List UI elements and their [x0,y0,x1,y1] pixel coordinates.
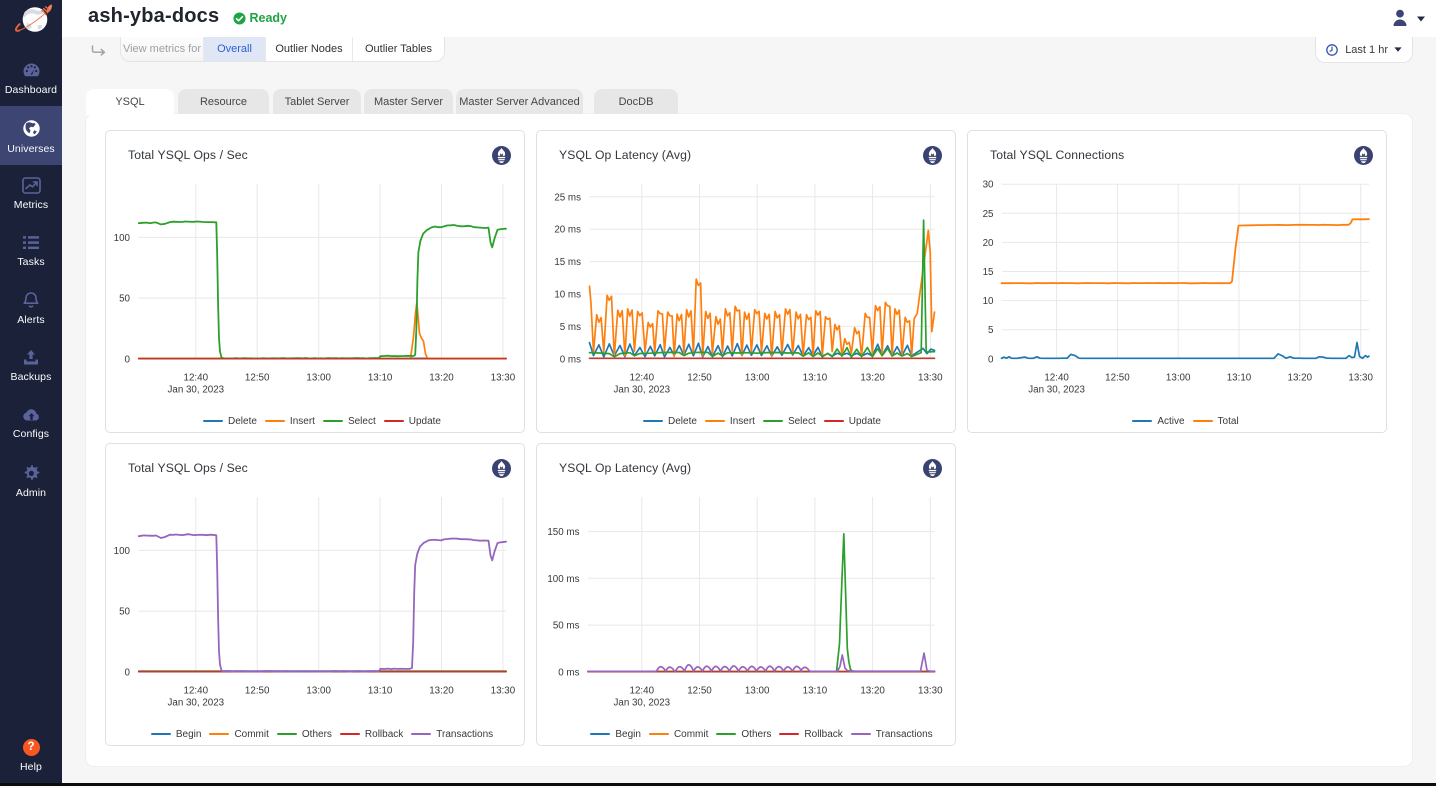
svg-text:13:10: 13:10 [803,686,828,697]
svg-text:15 ms: 15 ms [554,257,581,268]
svg-text:13:20: 13:20 [860,373,885,384]
svg-text:50 ms: 50 ms [553,621,580,632]
svg-text:13:30: 13:30 [491,373,516,384]
svg-text:50: 50 [119,607,130,618]
svg-text:12:40: 12:40 [630,373,655,384]
svg-text:13:10: 13:10 [1227,373,1252,384]
svg-text:13:30: 13:30 [918,686,943,697]
svg-text:5 ms: 5 ms [560,322,581,333]
svg-text:12:50: 12:50 [1105,373,1130,384]
svg-text:5: 5 [988,325,994,336]
svg-text:13:10: 13:10 [368,373,393,384]
svg-text:Jan 30, 2023: Jan 30, 2023 [167,385,224,396]
svg-text:12:40: 12:40 [1044,373,1069,384]
svg-text:13:20: 13:20 [429,686,454,697]
svg-text:13:30: 13:30 [1348,373,1373,384]
svg-text:0 ms: 0 ms [560,354,581,365]
svg-text:0: 0 [125,667,131,678]
svg-text:20 ms: 20 ms [554,225,581,236]
svg-text:13:30: 13:30 [491,686,516,697]
svg-text:13:10: 13:10 [368,686,393,697]
svg-text:100 ms: 100 ms [547,574,579,585]
svg-text:13:30: 13:30 [918,373,943,384]
svg-text:12:50: 12:50 [687,686,712,697]
svg-text:10 ms: 10 ms [554,290,581,301]
svg-text:0: 0 [988,354,994,365]
svg-text:13:10: 13:10 [803,373,828,384]
svg-text:12:40: 12:40 [184,686,209,697]
svg-text:13:00: 13:00 [306,373,331,384]
svg-text:0: 0 [125,354,131,365]
svg-text:12:50: 12:50 [245,686,270,697]
svg-text:Jan 30, 2023: Jan 30, 2023 [167,698,224,709]
svg-text:25: 25 [983,209,994,220]
svg-text:15: 15 [983,267,994,278]
svg-text:13:00: 13:00 [306,686,331,697]
svg-text:100: 100 [114,546,131,557]
svg-text:Jan 30, 2023: Jan 30, 2023 [613,698,670,709]
svg-text:12:40: 12:40 [184,373,209,384]
svg-text:150 ms: 150 ms [547,527,579,538]
svg-text:20: 20 [983,238,994,249]
svg-text:12:50: 12:50 [245,373,270,384]
svg-text:10: 10 [983,296,994,307]
svg-text:0 ms: 0 ms [558,667,579,678]
svg-text:13:20: 13:20 [860,686,885,697]
svg-text:13:00: 13:00 [745,686,770,697]
svg-text:25 ms: 25 ms [554,192,581,203]
svg-text:12:40: 12:40 [630,686,655,697]
svg-text:Jan 30, 2023: Jan 30, 2023 [1028,385,1085,396]
svg-text:30: 30 [983,180,994,191]
svg-text:13:20: 13:20 [429,373,454,384]
svg-text:50: 50 [119,294,130,305]
svg-text:12:50: 12:50 [687,373,712,384]
svg-text:100: 100 [114,233,131,244]
svg-text:13:00: 13:00 [745,373,770,384]
svg-text:Jan 30, 2023: Jan 30, 2023 [613,385,670,396]
svg-text:13:20: 13:20 [1288,373,1313,384]
svg-text:13:00: 13:00 [1166,373,1191,384]
